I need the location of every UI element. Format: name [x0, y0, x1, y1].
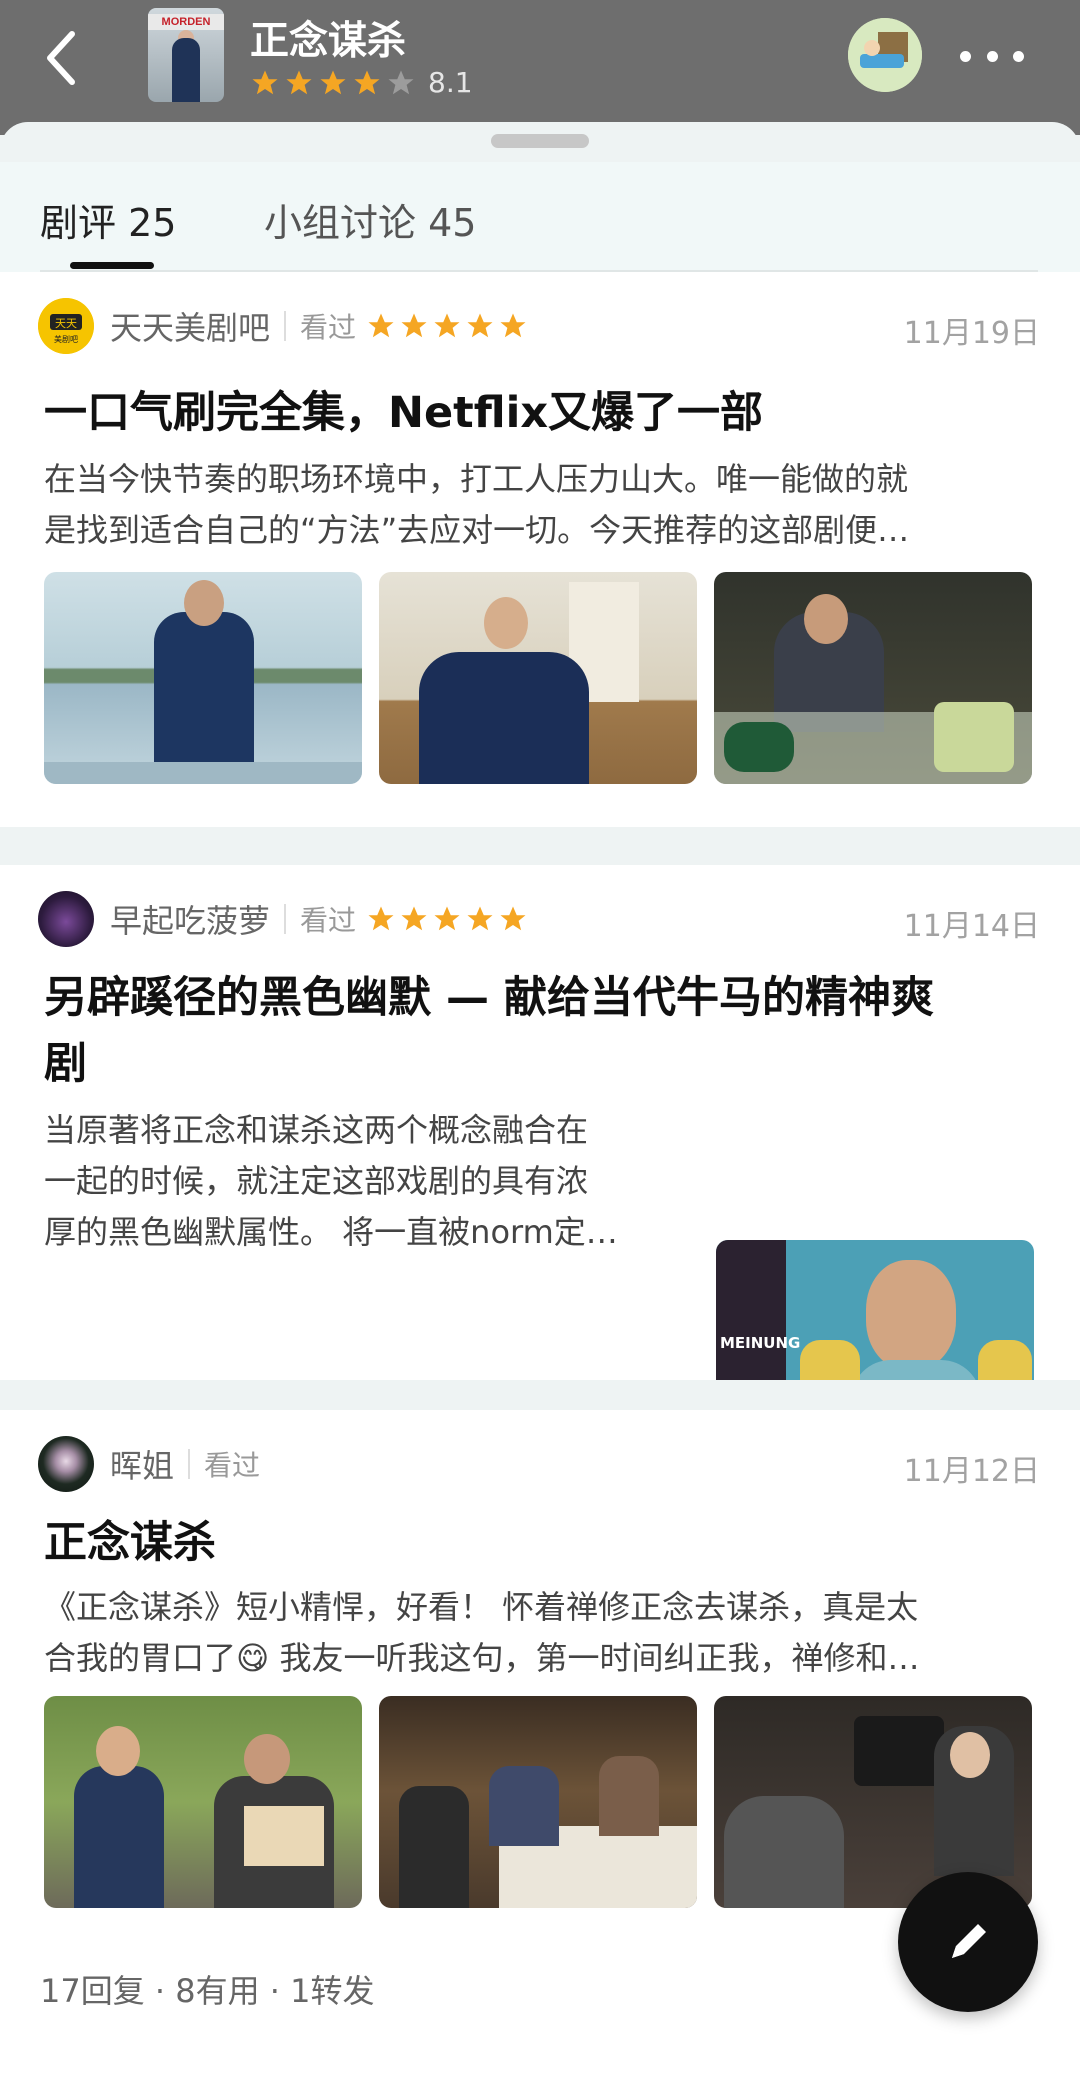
active-tab-indicator	[70, 262, 154, 269]
review-date: 11月12日	[903, 1454, 1040, 1489]
star-icon	[401, 313, 427, 338]
star-icon	[354, 70, 380, 94]
star-icon	[467, 313, 493, 338]
watch-status: 看过	[300, 904, 357, 937]
review-image[interactable]	[714, 572, 1032, 784]
top-bar: MORDEN 正念谋杀 8.1	[0, 0, 1080, 135]
star-icon	[320, 70, 346, 94]
review-meta: 天天 美剧吧 天天美剧吧 看过	[38, 296, 528, 356]
show-rating: 8.1	[250, 66, 473, 99]
tab-group-discussion[interactable]: 小组讨论 45	[264, 192, 476, 247]
review-card[interactable]: 天天 美剧吧 天天美剧吧 看过 11月19日 一口气刷完全集，Netflix又爆…	[0, 272, 1080, 827]
review-stats[interactable]: 17回复 · 8有用 · 1转发	[40, 1966, 374, 2012]
avatar-logo-icon: 天天 美剧吧	[38, 298, 94, 354]
author-name[interactable]: 天天美剧吧	[110, 303, 270, 349]
poster-title: MORDEN	[148, 14, 224, 30]
write-review-button[interactable]	[898, 1872, 1038, 2012]
tab-reviews[interactable]: 剧评 25	[40, 192, 176, 247]
more-options-button[interactable]	[960, 36, 1024, 76]
reviews-sheet: 剧评 25 小组讨论 45 天天 美剧吧 天天美剧吧 看过 11月19日 一口气…	[0, 122, 1080, 2097]
image-caption: MEINUNG	[720, 1334, 801, 1352]
star-icon	[500, 906, 526, 931]
star-icon	[434, 906, 460, 931]
star-icon	[286, 70, 312, 94]
avatar-illustration-icon	[848, 18, 922, 92]
author-name[interactable]: 晖姐	[110, 1441, 174, 1487]
user-avatar[interactable]	[848, 18, 922, 92]
review-headline[interactable]: 正念谋杀	[44, 1510, 216, 1576]
back-button[interactable]	[30, 22, 90, 94]
show-poster[interactable]: MORDEN	[148, 8, 224, 102]
dot-icon	[960, 50, 971, 62]
star-empty-icon	[388, 70, 414, 94]
review-image[interactable]	[44, 1696, 362, 1908]
star-icon	[401, 906, 427, 931]
review-stars	[366, 311, 528, 341]
pencil-icon	[952, 1924, 986, 1958]
rating-score: 8.1	[428, 66, 473, 99]
review-card[interactable]: 早起吃菠萝 看过 11月14日 另辟蹊径的黑色幽默 — 献给当代牛马的精神爽 剧…	[0, 865, 1080, 1452]
review-date: 11月14日	[903, 909, 1040, 944]
dot-icon	[986, 50, 998, 62]
drag-handle[interactable]	[491, 134, 589, 148]
author-avatar[interactable]	[38, 1436, 94, 1492]
show-title: 正念谋杀	[250, 19, 407, 64]
star-icon	[252, 70, 278, 94]
author-avatar[interactable]: 天天 美剧吧	[38, 298, 94, 354]
author-avatar[interactable]	[38, 891, 94, 947]
tab-bar: 剧评 25 小组讨论 45	[0, 162, 1080, 274]
review-meta: 晖姐 看过	[38, 1434, 270, 1494]
star-icon	[368, 906, 394, 931]
svg-text:美剧吧: 美剧吧	[54, 334, 78, 344]
watch-status: 看过	[204, 1449, 261, 1482]
dot-icon	[1013, 50, 1024, 62]
review-image[interactable]	[379, 572, 697, 784]
star-icon	[467, 906, 493, 931]
star-icon	[368, 313, 394, 338]
svg-text:天天: 天天	[55, 317, 77, 330]
author-name[interactable]: 早起吃菠萝	[110, 896, 270, 942]
review-excerpt: 《正念谋杀》短小精悍，好看！ 怀着禅修正念去谋杀，真是太 合我的胃口了😋 我友一…	[44, 1588, 920, 1677]
review-headline[interactable]: 另辟蹊径的黑色幽默 — 献给当代牛马的精神爽 剧	[44, 965, 934, 1097]
review-excerpt: 在当今快节奏的职场环境中，打工人压力山大。唯一能做的就 是找到适合自己的“方法”…	[44, 460, 910, 549]
star-icon	[500, 313, 526, 338]
chevron-left-icon	[47, 31, 75, 85]
review-image[interactable]	[379, 1696, 697, 1908]
star-icon	[434, 313, 460, 338]
watch-status: 看过	[300, 311, 357, 344]
review-excerpt: 当原著将正念和谋杀这两个概念融合在 一起的时候，就注定这部戏剧的具有浓 厚的黑色…	[44, 1111, 618, 1251]
review-headline[interactable]: 一口气刷完全集，Netflix又爆了一部	[44, 380, 763, 446]
review-image[interactable]	[44, 572, 362, 784]
review-date: 11月19日	[903, 316, 1040, 351]
review-meta: 早起吃菠萝 看过	[38, 889, 528, 949]
review-stars	[366, 904, 528, 934]
